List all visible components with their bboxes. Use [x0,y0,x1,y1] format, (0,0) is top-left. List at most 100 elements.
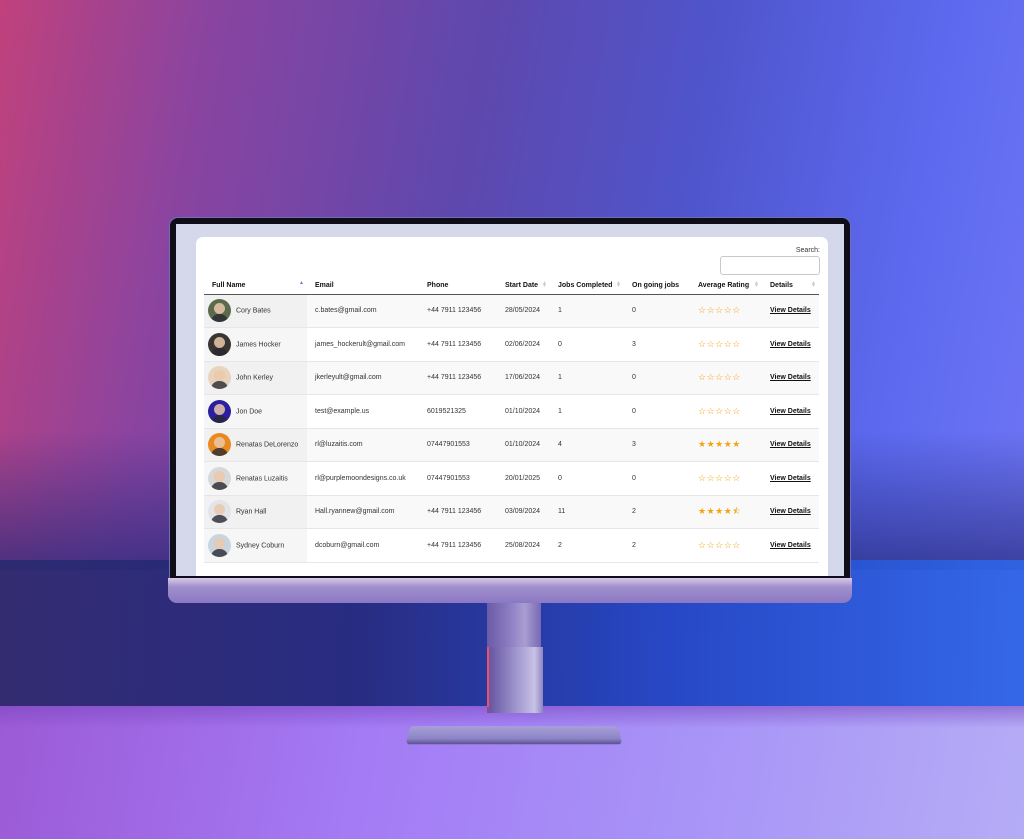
start-date-cell: 01/10/2024 [497,394,550,429]
avatar [208,332,231,356]
phone-cell: +44 7911 123456 [419,361,497,395]
ongoing-jobs-cell: 2 [624,495,690,529]
monitor-screen: Search: Full Name ▲ Email Phone Start Dat… [176,224,844,576]
table-row: James Hocker james_hockerult@gmail.com +… [204,327,819,362]
jobs-completed-cell: 1 [550,361,624,395]
average-rating-cell: ☆☆☆☆☆ [690,327,762,362]
column-header-full-name[interactable]: Full Name ▲ [204,277,307,295]
view-details-link[interactable]: View Details [770,508,811,515]
sort-icon: ▲ ▼ [811,280,816,289]
column-header-start-date[interactable]: Start Date ▲ ▼ [497,277,550,295]
email-cell: Hall.ryannew@gmail.com [307,495,419,529]
star-rating-icon: ☆☆☆☆☆ [698,372,741,383]
view-details-link[interactable]: View Details [770,374,811,381]
avatar [208,533,231,557]
phone-cell: 07447901553 [419,461,497,496]
view-details-link[interactable]: View Details [770,408,811,415]
view-details-link[interactable]: View Details [770,441,811,448]
full-name: Renatas Luzaitis [236,475,288,483]
sort-icon: ▲ ▼ [542,280,547,289]
ongoing-jobs-cell: 0 [624,461,690,496]
employees-card: Search: Full Name ▲ Email Phone Start Dat… [196,237,828,576]
full-name: James Hocker [236,341,281,349]
full-name-cell: John Kerley [204,361,307,395]
jobs-completed-cell: 1 [550,394,624,429]
average-rating-cell: ☆☆☆☆☆ [690,361,762,395]
view-details-link[interactable]: View Details [770,542,811,549]
details-cell: View Details [762,428,819,462]
start-date-cell: 03/09/2024 [497,495,550,529]
full-name: Renatas DeLorenzo [236,441,299,449]
avatar [208,299,231,323]
jobs-completed-cell: 0 [550,461,624,496]
view-details-link[interactable]: View Details [770,341,811,348]
email-cell: jkerleyult@gmail.com [307,361,419,395]
column-header-phone[interactable]: Phone [419,277,497,295]
full-name-cell: Renatas DeLorenzo [204,428,307,462]
details-cell: View Details [762,394,819,429]
email-cell: dcoburn@gmail.com [307,528,419,563]
ongoing-jobs-cell: 3 [624,428,690,462]
table-header-row: Full Name ▲ Email Phone Start Date ▲ ▼ Jobs… [204,277,819,295]
average-rating-cell: ☆☆☆☆☆ [690,294,762,328]
start-date-cell: 02/06/2024 [497,327,550,362]
table-row: Ryan Hall Hall.ryannew@gmail.com +44 791… [204,495,819,529]
email-cell: rl@purplemoondesigns.co.uk [307,461,419,496]
start-date-cell: 28/05/2024 [497,294,550,328]
column-label: Phone [427,281,449,289]
full-name-cell: Ryan Hall [204,495,307,529]
jobs-completed-cell: 2 [550,528,624,563]
phone-cell: +44 7911 123456 [419,327,497,362]
star-rating-icon: ☆☆☆☆☆ [698,405,741,416]
view-details-link[interactable]: View Details [770,475,811,482]
table-row: John Kerley jkerleyult@gmail.com +44 791… [204,361,819,395]
column-label: Jobs Completed [558,281,613,289]
start-date-cell: 25/08/2024 [497,528,550,563]
column-header-details[interactable]: Details ▲ ▼ [762,277,819,295]
column-header-ongoing-jobs[interactable]: On going jobs [624,277,690,295]
full-name-cell: Sydney Coburn [204,528,307,563]
table-row: Renatas DeLorenzo rl@luzaitis.com 074479… [204,428,819,462]
phone-cell: +44 7911 123456 [419,495,497,529]
phone-cell: 07447901553 [419,428,497,462]
star-rating-icon: ☆☆☆☆☆ [698,338,741,349]
column-header-email[interactable]: Email [307,277,419,295]
table-row: Sydney Coburn dcoburn@gmail.com +44 7911… [204,528,819,563]
full-name-cell: James Hocker [204,327,307,362]
start-date-cell: 17/06/2024 [497,361,550,395]
full-name-cell: Cory Bates [204,294,307,328]
column-label: Email [315,281,334,289]
column-header-jobs-completed[interactable]: Jobs Completed ▲ ▼ [550,277,624,295]
full-name: Sydney Coburn [236,542,285,550]
table-row: Jon Doe test@example.us 6019521325 01/10… [204,394,819,429]
average-rating-cell: ☆☆☆☆☆ [690,461,762,496]
search-label: Search: [795,247,820,254]
star-rating-icon: ☆☆☆☆☆ [698,539,741,550]
jobs-completed-cell: 11 [550,495,624,529]
avatar [208,366,231,390]
ongoing-jobs-cell: 0 [624,361,690,395]
phone-cell: +44 7911 123456 [419,294,497,328]
view-details-link[interactable]: View Details [770,307,811,314]
star-rating-icon: ★★★★★ [698,439,741,450]
table-row: Renatas Luzaitis rl@purplemoondesigns.co… [204,461,819,496]
column-header-average-rating[interactable]: Average Rating ▲ ▼ [690,277,762,295]
ongoing-jobs-cell: 0 [624,394,690,429]
avatar [208,399,231,423]
email-cell: rl@luzaitis.com [307,428,419,462]
monitor-stand-foot [405,726,623,745]
full-name: Cory Bates [236,307,271,315]
ongoing-jobs-cell: 0 [624,294,690,328]
email-cell: test@example.us [307,394,419,429]
star-rating-icon: ☆☆☆☆☆ [698,472,741,483]
average-rating-cell: ★★★★★ [690,428,762,462]
full-name-cell: Renatas Luzaitis [204,461,307,496]
full-name-cell: Jon Doe [204,394,307,429]
star-rating-icon: ☆☆☆☆☆ [698,305,741,316]
search-input[interactable] [720,256,820,275]
average-rating-cell: ☆☆☆☆☆ [690,528,762,563]
column-label: Average Rating [698,281,750,289]
employees-table: Full Name ▲ Email Phone Start Date ▲ ▼ Jobs… [204,277,819,563]
full-name: John Kerley [236,374,273,382]
sort-icon: ▲ ▼ [616,280,621,289]
